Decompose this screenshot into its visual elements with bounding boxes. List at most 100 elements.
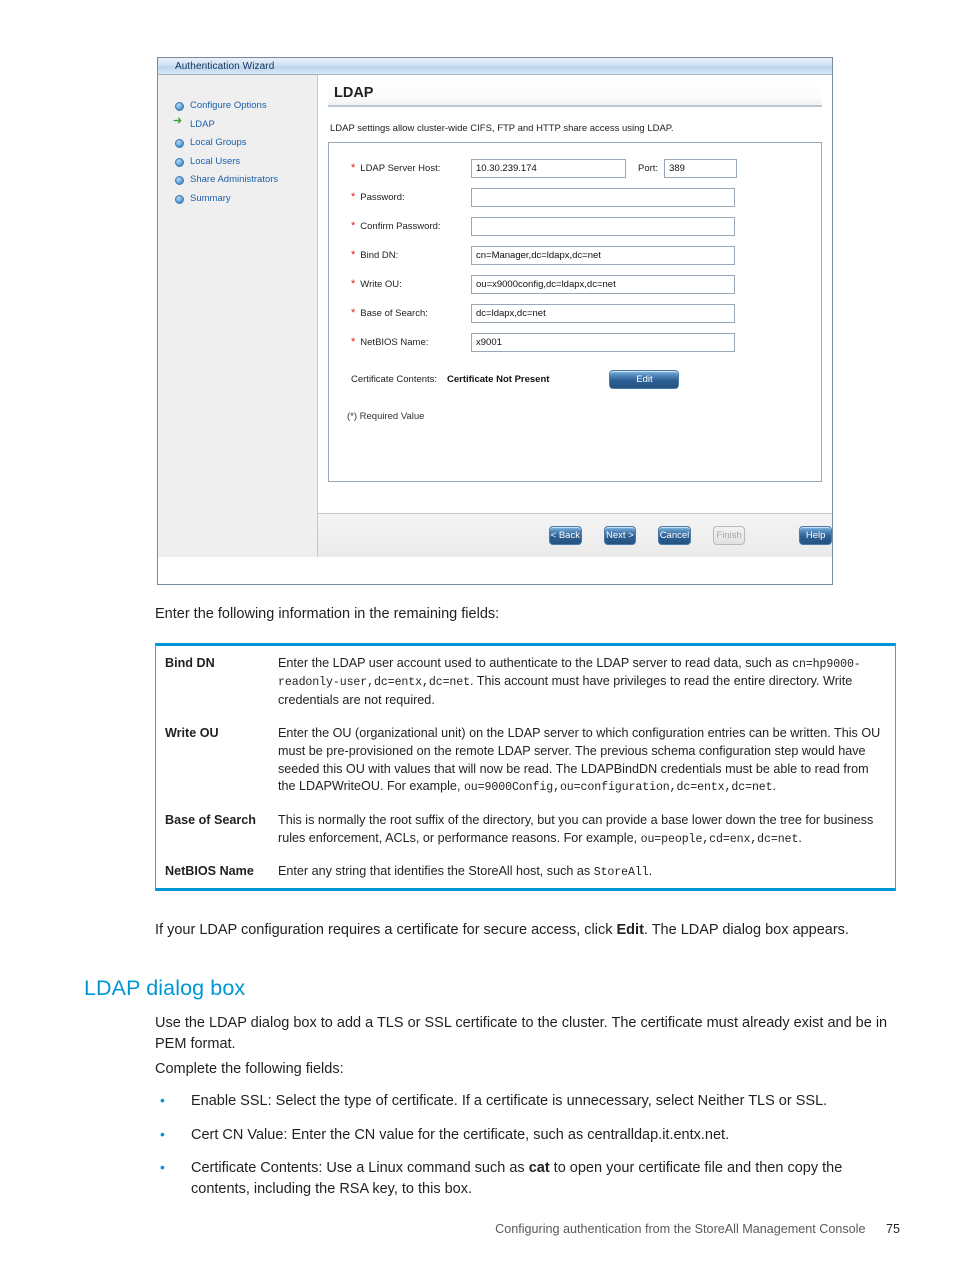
table-definition: Enter the OU (organizational unit) on th… bbox=[278, 725, 881, 795]
bullet-icon: • bbox=[160, 1092, 165, 1108]
footer-label: Configuring authentication from the Stor… bbox=[495, 1222, 866, 1236]
confirm-password-input[interactable] bbox=[471, 217, 735, 236]
complete-fields-paragraph: Complete the following fields: bbox=[155, 1061, 344, 1077]
panel-heading: LDAP bbox=[328, 83, 822, 107]
sidebar-item-local-users[interactable]: Local Users bbox=[158, 153, 317, 170]
table-row: NetBIOS Name Enter any string that ident… bbox=[156, 854, 895, 887]
table-row: Base of Search This is normally the root… bbox=[156, 803, 895, 854]
authentication-wizard-window: Authentication Wizard Configure Options … bbox=[157, 57, 833, 585]
required-asterisk-icon: * bbox=[351, 162, 356, 174]
table-row: Bind DN Enter the LDAP user account used… bbox=[156, 646, 895, 716]
bullet-icon: • bbox=[160, 1125, 165, 1142]
sidebar-item-label: Local Users bbox=[190, 155, 241, 167]
use-dialog-paragraph: Use the LDAP dialog box to add a TLS or … bbox=[155, 1015, 888, 1052]
table-term: Write OU bbox=[165, 725, 219, 740]
window-title-label: Authentication Wizard bbox=[175, 60, 275, 72]
required-asterisk-icon: * bbox=[351, 336, 356, 348]
field-label-text: Write OU: bbox=[360, 279, 402, 290]
field-description-table: Bind DN Enter the LDAP user account used… bbox=[155, 643, 896, 891]
list-item-text: Certificate Contents: Use a Linux comman… bbox=[191, 1160, 843, 1197]
required-asterisk-icon: * bbox=[351, 220, 356, 232]
document-page: Authentication Wizard Configure Options … bbox=[0, 0, 954, 1271]
field-label-text: Bind DN: bbox=[360, 250, 399, 261]
sidebar-item-share-administrators[interactable]: Share Administrators bbox=[158, 171, 317, 188]
field-label-text: Password: bbox=[360, 192, 405, 203]
required-value-note: (*) Required Value bbox=[347, 411, 425, 422]
certificate-contents-row: Certificate Contents: Certificate Not Pr… bbox=[329, 370, 821, 389]
table-term: Base of Search bbox=[165, 812, 256, 827]
list-item: • Cert CN Value: Enter the CN value for … bbox=[155, 1125, 900, 1146]
certificate-paragraph: If your LDAP configuration requires a ce… bbox=[155, 922, 849, 938]
lead-paragraph: Enter the following information in the r… bbox=[155, 606, 500, 622]
page-section-heading: LDAP dialog box bbox=[84, 976, 246, 1000]
next-button[interactable]: Next > bbox=[603, 526, 637, 545]
field-label: * Write OU: bbox=[351, 278, 471, 291]
ldap-server-host-input[interactable]: 10.30.239.174 bbox=[471, 159, 626, 178]
required-asterisk-icon: * bbox=[351, 307, 356, 319]
cancel-button[interactable]: Cancel bbox=[658, 526, 691, 545]
table-definition: Enter the LDAP user account used to auth… bbox=[278, 656, 861, 707]
table-definition: Enter any string that identifies the Sto… bbox=[278, 864, 653, 880]
bullet-icon: • bbox=[160, 1159, 165, 1176]
field-label-text: Confirm Password: bbox=[360, 221, 441, 232]
field-row-password: * Password: bbox=[329, 188, 821, 207]
table-term: NetBIOS Name bbox=[165, 864, 254, 879]
field-label: * Confirm Password: bbox=[351, 220, 471, 233]
wizard-step-sidebar: Configure Options LDAP Local Groups Loca… bbox=[158, 75, 318, 557]
sidebar-item-configure-options[interactable]: Configure Options bbox=[158, 97, 317, 114]
step-bullet-icon bbox=[174, 138, 184, 148]
page-footer: Configuring authentication from the Stor… bbox=[0, 1222, 954, 1236]
list-item-text: Cert CN Value: Enter the CN value for th… bbox=[191, 1126, 730, 1143]
port-label: Port: bbox=[638, 163, 659, 174]
table-row: Write OU Enter the OU (organizational un… bbox=[156, 716, 895, 803]
port-input[interactable]: 389 bbox=[664, 159, 738, 178]
certificate-contents-label: Certificate Contents: bbox=[351, 374, 438, 385]
field-label: * Base of Search: bbox=[351, 307, 471, 320]
write-ou-input[interactable]: ou=x9000config,dc=ldapx,dc=net bbox=[471, 275, 735, 294]
table-definition: This is normally the root suffix of the … bbox=[278, 812, 874, 846]
sidebar-item-label: Summary bbox=[190, 192, 231, 204]
step-bullet-icon bbox=[174, 101, 184, 111]
field-row-bind-dn: * Bind DN: cn=Manager,dc=ldapx,dc=net bbox=[329, 246, 821, 265]
window-body: Configure Options LDAP Local Groups Loca… bbox=[158, 75, 832, 557]
sidebar-item-label: Local Groups bbox=[190, 137, 247, 148]
sidebar-item-summary[interactable]: Summary bbox=[158, 190, 317, 207]
ldap-settings-form: * LDAP Server Host: 10.30.239.174 Port: … bbox=[328, 142, 822, 482]
back-button[interactable]: < Back bbox=[549, 526, 582, 545]
step-bullet-icon bbox=[174, 194, 184, 204]
password-input[interactable] bbox=[471, 188, 735, 207]
field-row-base-of-search: * Base of Search: dc=ldapx,dc=net bbox=[329, 304, 821, 323]
window-title-bar: Authentication Wizard bbox=[158, 58, 832, 75]
sidebar-item-label: Configure Options bbox=[190, 100, 267, 111]
current-step-arrow-icon bbox=[173, 116, 183, 129]
required-asterisk-icon: * bbox=[351, 249, 356, 261]
required-asterisk-icon: * bbox=[351, 278, 356, 290]
table-term: Bind DN bbox=[165, 656, 215, 670]
wizard-button-bar: < Back Next > Cancel Finish Help bbox=[318, 513, 832, 557]
certificate-status-text: Certificate Not Present bbox=[447, 374, 550, 385]
list-item: • Enable SSL: Select the type of certifi… bbox=[155, 1091, 900, 1112]
field-label: * Bind DN: bbox=[351, 249, 471, 262]
field-label: * Password: bbox=[351, 192, 471, 204]
base-of-search-input[interactable]: dc=ldapx,dc=net bbox=[471, 304, 735, 323]
edit-certificate-button[interactable]: Edit bbox=[609, 370, 680, 389]
list-item: • Certificate Contents: Use a Linux comm… bbox=[155, 1158, 900, 1199]
field-row-write-ou: * Write OU: ou=x9000config,dc=ldapx,dc=n… bbox=[329, 275, 821, 294]
panel-description: LDAP settings allow cluster-wide CIFS, F… bbox=[330, 123, 674, 134]
finish-button: Finish bbox=[712, 526, 746, 545]
field-label-text: Base of Search: bbox=[360, 308, 428, 319]
field-label: * LDAP Server Host: bbox=[351, 162, 471, 175]
help-button[interactable]: Help bbox=[799, 526, 832, 545]
field-label: * NetBIOS Name: bbox=[351, 336, 471, 349]
wizard-content-pane: LDAP LDAP settings allow cluster-wide CI… bbox=[318, 75, 832, 557]
field-bullet-list: • Enable SSL: Select the type of certifi… bbox=[155, 1091, 900, 1212]
step-bullet-icon bbox=[174, 175, 184, 185]
field-row-netbios-name: * NetBIOS Name: x9001 bbox=[329, 333, 821, 352]
sidebar-item-local-groups[interactable]: Local Groups bbox=[158, 134, 317, 151]
page-number: 75 bbox=[885, 1222, 900, 1236]
netbios-name-input[interactable]: x9001 bbox=[471, 333, 735, 352]
field-label-text: NetBIOS Name: bbox=[360, 337, 429, 348]
bind-dn-input[interactable]: cn=Manager,dc=ldapx,dc=net bbox=[471, 246, 735, 265]
sidebar-item-label: LDAP bbox=[190, 118, 215, 130]
sidebar-item-ldap[interactable]: LDAP bbox=[158, 116, 317, 133]
